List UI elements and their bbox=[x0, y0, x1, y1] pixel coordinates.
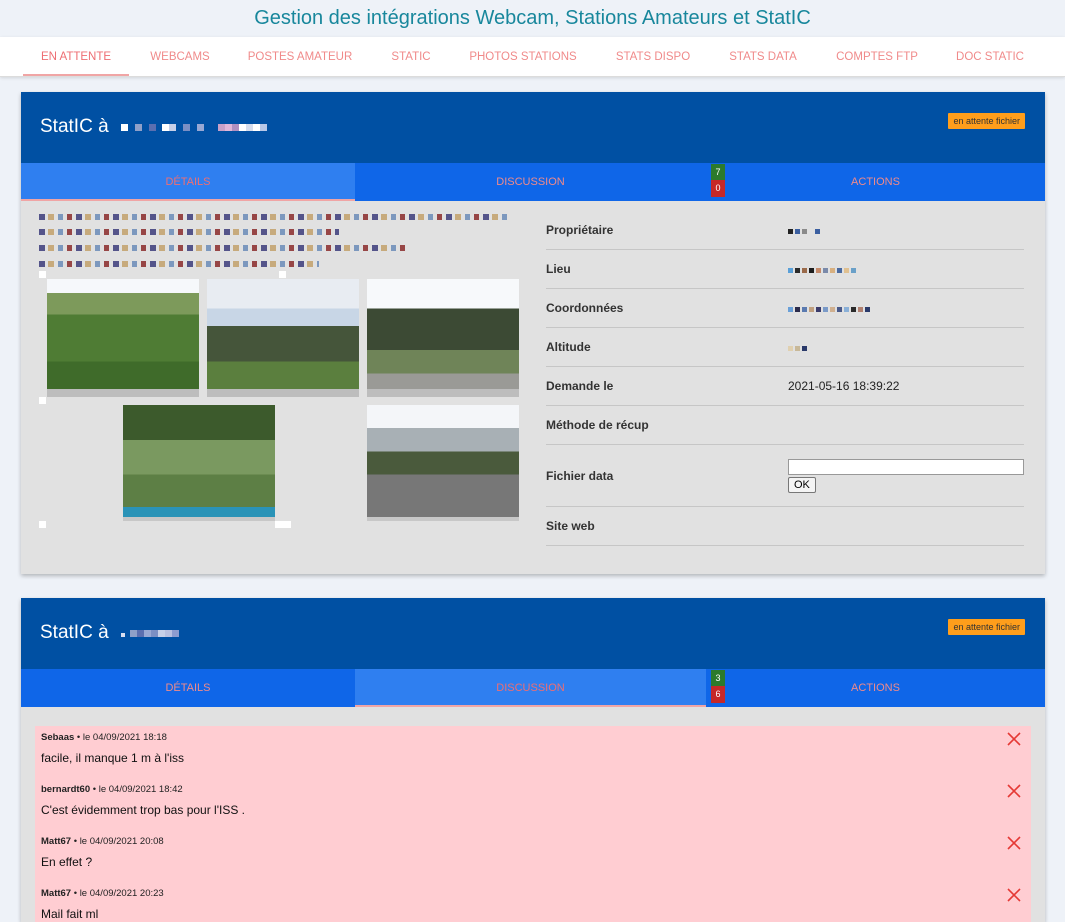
coords-label: Coordonnées bbox=[546, 301, 624, 315]
message-author: Sebaas bbox=[41, 732, 75, 743]
datafile-input[interactable] bbox=[788, 458, 1024, 475]
nav-tab-stats-data[interactable]: STATS DATA bbox=[723, 37, 803, 77]
redacted-description-line bbox=[39, 214, 507, 220]
card-title: StatIC à bbox=[40, 622, 179, 644]
message-meta: Matt67 • le 04/09/2021 20:23 bbox=[41, 888, 1025, 899]
info-row-altitude: Altitude bbox=[546, 328, 1024, 367]
station-card: StatIC à en attente fichier DÉTAILS DISC… bbox=[21, 92, 1045, 574]
owner-value bbox=[788, 223, 822, 237]
tab-actions[interactable]: ACTIONS bbox=[706, 163, 1045, 201]
redacted-station-name bbox=[120, 629, 179, 637]
card-tabs: DÉTAILS DISCUSSION 7 0 ACTIONS bbox=[21, 163, 1045, 201]
website-label: Site web bbox=[546, 519, 595, 533]
station-photo[interactable] bbox=[367, 405, 519, 521]
nav-tab-static[interactable]: STATIC bbox=[385, 37, 436, 77]
gallery-corner bbox=[39, 271, 46, 278]
request-date-value: 2021-05-16 18:39:22 bbox=[788, 379, 900, 393]
status-badge: en attente fichier bbox=[948, 113, 1025, 129]
gallery-corner bbox=[275, 521, 291, 528]
nav-tab-stats-dispo[interactable]: STATS DISPO bbox=[610, 37, 696, 77]
status-badge: en attente fichier bbox=[948, 619, 1025, 635]
message-item: bernardt60 • le 04/09/2021 18:42 C'est é… bbox=[35, 778, 1031, 830]
nav-tab-en-attente[interactable]: EN ATTENTE bbox=[35, 37, 117, 77]
station-card: StatIC à en attente fichier DÉTAILS DISC… bbox=[21, 598, 1045, 922]
station-photo[interactable] bbox=[47, 279, 199, 397]
message-meta: Sebaas • le 04/09/2021 18:18 bbox=[41, 732, 1025, 743]
redacted-description-line bbox=[39, 229, 339, 235]
message-text: C'est évidemment trop bas pour l'ISS . bbox=[41, 803, 246, 817]
message-date: • le 04/09/2021 18:18 bbox=[76, 732, 167, 743]
method-label: Méthode de récup bbox=[546, 418, 649, 432]
close-icon[interactable] bbox=[1007, 888, 1021, 902]
datafile-value: OK bbox=[788, 458, 1024, 493]
ok-button[interactable]: OK bbox=[788, 476, 816, 493]
message-date: • le 04/09/2021 18:42 bbox=[92, 784, 183, 795]
tab-discussion[interactable]: DISCUSSION bbox=[355, 669, 706, 707]
altitude-value bbox=[788, 340, 809, 354]
gallery-corner bbox=[279, 271, 286, 278]
message-date: • le 04/09/2021 20:23 bbox=[73, 888, 164, 899]
place-label: Lieu bbox=[546, 262, 571, 276]
message-item: Matt67 • le 04/09/2021 20:23 Mail fait m… bbox=[35, 882, 1031, 922]
discussion-panel: Sebaas • le 04/09/2021 18:18 facile, il … bbox=[21, 707, 1045, 922]
nav-tab-webcams[interactable]: WEBCAMS bbox=[144, 37, 215, 77]
nav-tab-doc-static[interactable]: DOC STATIC bbox=[950, 37, 1030, 77]
card-title: StatIC à bbox=[40, 116, 267, 138]
nav-tab-postes-amateur[interactable]: POSTES AMATEUR bbox=[242, 37, 359, 77]
info-row-owner: Propriétaire bbox=[546, 211, 1024, 250]
card-header: StatIC à en attente fichier bbox=[21, 92, 1045, 163]
message-author: bernardt60 bbox=[41, 784, 91, 795]
main-nav: EN ATTENTE WEBCAMS POSTES AMATEUR STATIC… bbox=[0, 37, 1065, 77]
message-text: En effet ? bbox=[41, 855, 93, 869]
details-panel: Propriétaire Lieu Coordonnées Altitude D… bbox=[21, 201, 1045, 573]
card-tabs: DÉTAILS DISCUSSION 3 6 ACTIONS bbox=[21, 669, 1045, 707]
message-date: • le 04/09/2021 20:08 bbox=[73, 836, 164, 847]
message-author: Matt67 bbox=[41, 836, 72, 847]
redacted-description-line bbox=[39, 245, 407, 251]
tab-active-indicator bbox=[355, 705, 706, 707]
info-row-website: Site web bbox=[546, 507, 1024, 546]
info-row-method: Méthode de récup bbox=[546, 406, 1024, 445]
card-title-text: StatIC à bbox=[40, 622, 109, 643]
message-meta: Matt67 • le 04/09/2021 20:08 bbox=[41, 836, 1025, 847]
station-photo[interactable] bbox=[123, 405, 275, 521]
info-row-datafile: Fichier data OK bbox=[546, 445, 1024, 507]
info-row-request-date: Demande le 2021-05-16 18:39:22 bbox=[546, 367, 1024, 406]
info-row-place: Lieu bbox=[546, 250, 1024, 289]
station-photo[interactable] bbox=[207, 279, 359, 397]
coords-value bbox=[788, 301, 872, 315]
gallery-corner bbox=[39, 397, 46, 404]
tab-discussion[interactable]: DISCUSSION bbox=[355, 163, 706, 201]
info-row-coords: Coordonnées bbox=[546, 289, 1024, 328]
nav-tab-comptes-ftp[interactable]: COMPTES FTP bbox=[830, 37, 924, 77]
close-icon[interactable] bbox=[1007, 784, 1021, 798]
card-header: StatIC à en attente fichier bbox=[21, 598, 1045, 669]
page-title: Gestion des intégrations Webcam, Station… bbox=[254, 7, 811, 29]
message-item: Matt67 • le 04/09/2021 20:08 En effet ? bbox=[35, 830, 1031, 882]
redacted-station-name bbox=[120, 123, 267, 131]
message-text: facile, il manque 1 m à l'iss bbox=[41, 751, 185, 765]
message-text: Mail fait ml bbox=[41, 907, 99, 921]
place-value bbox=[788, 262, 858, 276]
tab-details[interactable]: DÉTAILS bbox=[21, 163, 355, 201]
tab-details[interactable]: DÉTAILS bbox=[21, 669, 355, 707]
close-icon[interactable] bbox=[1007, 732, 1021, 746]
station-info-table: Propriétaire Lieu Coordonnées Altitude D… bbox=[546, 211, 1024, 546]
tab-actions[interactable]: ACTIONS bbox=[706, 669, 1045, 707]
datafile-label: Fichier data bbox=[546, 468, 614, 483]
altitude-label: Altitude bbox=[546, 340, 591, 354]
card-title-text: StatIC à bbox=[40, 116, 109, 137]
owner-label: Propriétaire bbox=[546, 223, 614, 237]
message-author: Matt67 bbox=[41, 888, 72, 899]
station-photo[interactable] bbox=[367, 279, 519, 397]
gallery-corner bbox=[39, 521, 46, 528]
request-date-label: Demande le bbox=[546, 379, 614, 393]
message-item: Sebaas • le 04/09/2021 18:18 facile, il … bbox=[35, 726, 1031, 778]
message-meta: bernardt60 • le 04/09/2021 18:42 bbox=[41, 784, 1025, 795]
redacted-description-line bbox=[39, 261, 319, 267]
nav-tab-photos-stations[interactable]: PHOTOS STATIONS bbox=[463, 37, 582, 77]
close-icon[interactable] bbox=[1007, 836, 1021, 850]
nav-active-indicator bbox=[23, 74, 129, 76]
